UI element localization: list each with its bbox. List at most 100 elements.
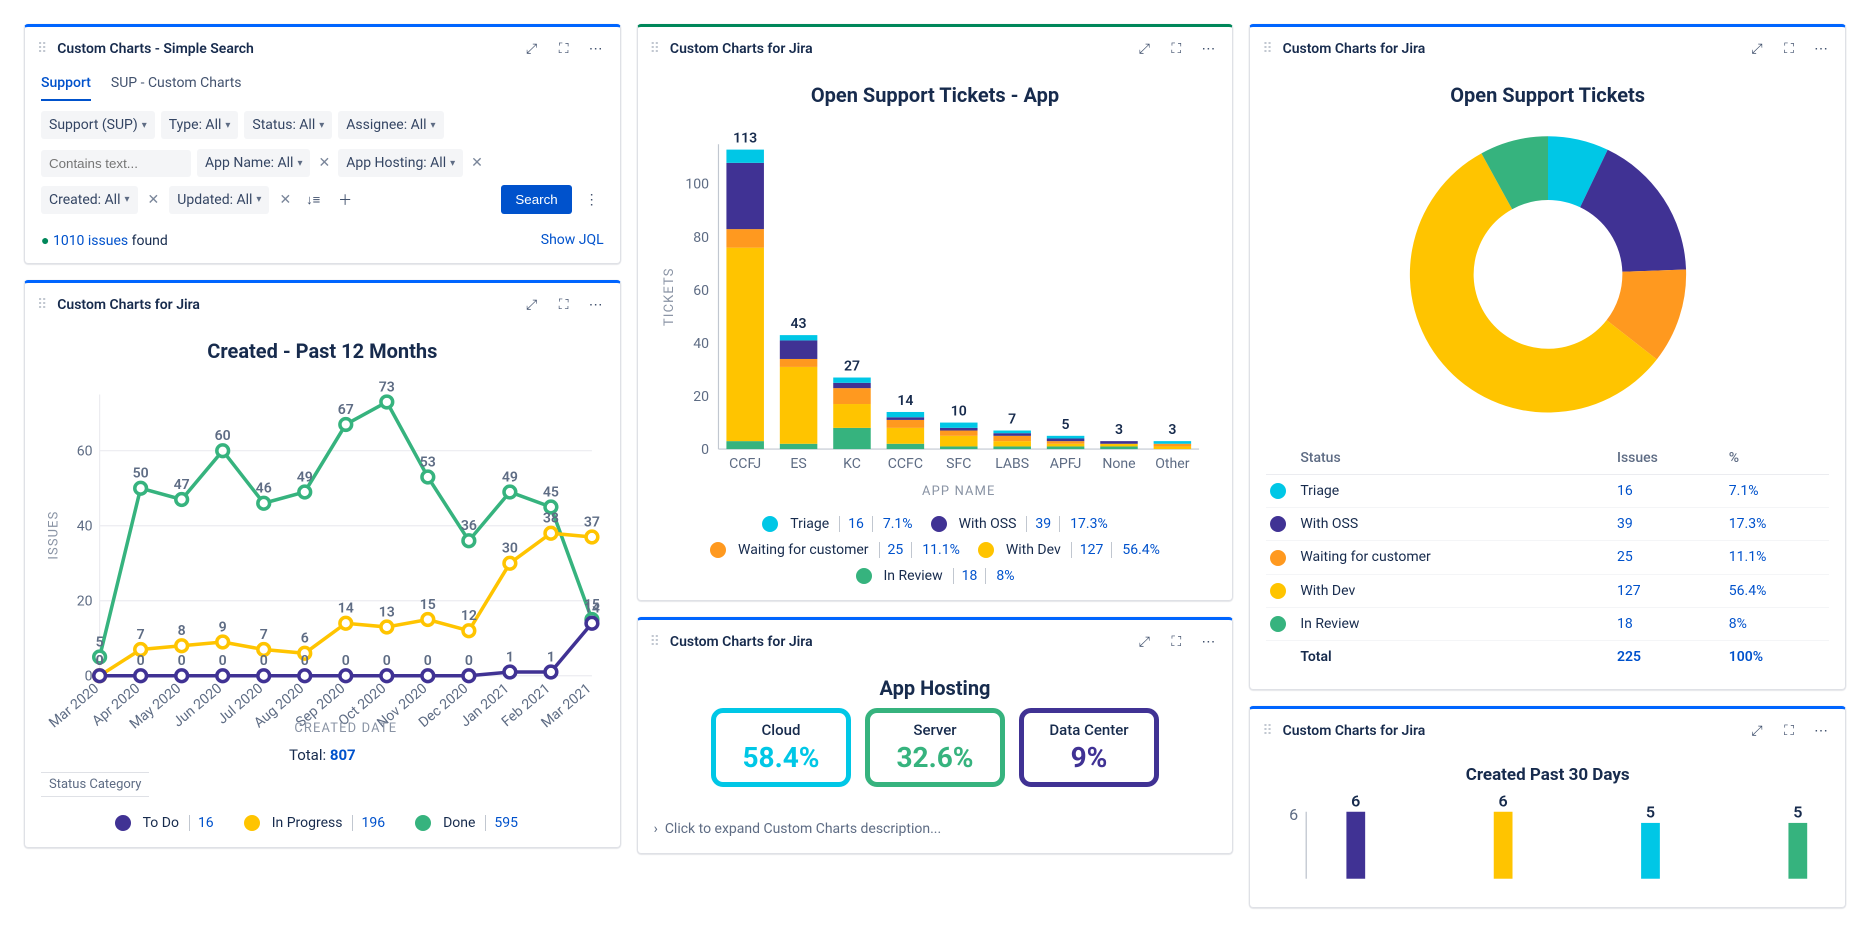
svg-text:12: 12: [461, 608, 477, 624]
svg-text:36: 36: [461, 518, 477, 534]
tile[interactable]: Data Center9%: [1019, 708, 1159, 787]
chart-title: App Hosting: [654, 676, 1217, 700]
legend-item[interactable]: To Do16: [115, 815, 226, 831]
legend-item[interactable]: With Dev12756.4%: [978, 542, 1160, 558]
fullscreen-icon[interactable]: ⛶: [1164, 630, 1188, 654]
legend-item[interactable]: In Progress196: [244, 815, 397, 831]
svg-text:ISSUES: ISSUES: [46, 511, 61, 560]
filter-status[interactable]: Status: All▾: [244, 111, 332, 139]
fullscreen-icon[interactable]: ⛶: [552, 37, 576, 61]
svg-text:0: 0: [383, 653, 391, 669]
minimize-icon[interactable]: ⤢: [1132, 37, 1156, 61]
minimize-icon[interactable]: ⤢: [520, 293, 544, 317]
drag-handle-icon[interactable]: ⠿: [650, 634, 662, 650]
svg-text:6: 6: [1289, 805, 1298, 824]
minimize-icon[interactable]: ⤢: [520, 37, 544, 61]
svg-text:TICKETS: TICKETS: [661, 267, 676, 326]
minimize-icon[interactable]: ⤢: [1745, 719, 1769, 743]
filter-assignee[interactable]: Assignee: All▾: [338, 111, 443, 139]
total-row: Total: 807: [41, 746, 604, 764]
clear-app-hosting-icon[interactable]: ✕: [469, 155, 485, 171]
drag-handle-icon[interactable]: ⠿: [1262, 41, 1274, 57]
svg-text:ES: ES: [790, 456, 806, 472]
svg-text:0: 0: [301, 653, 309, 669]
legend-item[interactable]: Done595: [415, 815, 530, 831]
minimize-icon[interactable]: ⤢: [1132, 630, 1156, 654]
legend-item[interactable]: Waiting for customer2511.1%: [710, 542, 960, 558]
svg-text:5: 5: [96, 634, 104, 650]
show-jql-link[interactable]: Show JQL: [541, 232, 604, 249]
tile[interactable]: Server32.6%: [865, 708, 1005, 787]
drag-handle-icon[interactable]: ⠿: [650, 41, 662, 57]
gadget-line-chart: ⠿ Custom Charts for Jira ⤢ ⛶ ⋯ Created -…: [24, 280, 621, 848]
svg-text:7: 7: [260, 627, 268, 643]
filter-updated[interactable]: Updated: All▾: [169, 186, 269, 214]
more-icon[interactable]: ⋯: [1196, 630, 1220, 654]
table-row[interactable]: In Review188%: [1266, 607, 1829, 640]
tile[interactable]: Cloud58.4%: [711, 708, 851, 787]
drag-handle-icon[interactable]: ⠿: [1262, 723, 1274, 739]
svg-text:1: 1: [506, 649, 514, 665]
fullscreen-icon[interactable]: ⛶: [552, 293, 576, 317]
table-row[interactable]: With Dev12756.4%: [1266, 574, 1829, 607]
drag-handle-icon[interactable]: ⠿: [37, 41, 49, 57]
svg-text:6: 6: [1499, 793, 1508, 810]
svg-text:0: 0: [96, 653, 104, 669]
svg-text:5: 5: [1646, 803, 1655, 822]
svg-text:15: 15: [420, 597, 436, 613]
gadget-donut: ⠿ Custom Charts for Jira ⤢ ⛶ ⋯ Open Supp…: [1249, 24, 1846, 690]
tab-sup-custom[interactable]: SUP - Custom Charts: [111, 67, 242, 101]
svg-text:APFJ: APFJ: [1049, 456, 1081, 472]
tab-support[interactable]: Support: [41, 67, 91, 101]
kebab-icon[interactable]: ⋮: [580, 188, 604, 212]
expand-description[interactable]: › Click to expand Custom Charts descript…: [638, 815, 1233, 853]
filter-project[interactable]: Support (SUP)▾: [41, 111, 155, 139]
svg-text:10: 10: [950, 404, 966, 420]
svg-text:47: 47: [174, 477, 190, 493]
filter-app-hosting[interactable]: App Hosting: All▾: [338, 149, 463, 177]
filter-created[interactable]: Created: All▾: [41, 186, 138, 214]
legend-item[interactable]: With OSS3917.3%: [931, 516, 1108, 532]
svg-text:KC: KC: [843, 456, 861, 472]
more-icon[interactable]: ⋯: [584, 293, 608, 317]
gadget-title: Custom Charts for Jira: [1283, 723, 1737, 739]
clear-updated-icon[interactable]: ✕: [277, 192, 293, 208]
legend-item[interactable]: In Review188%: [856, 568, 1015, 584]
svg-text:49: 49: [297, 469, 313, 485]
sort-icon[interactable]: ↓≡: [301, 188, 325, 212]
table-row[interactable]: Triage167.1%: [1266, 474, 1829, 507]
chart-title: Open Support Tickets - App: [654, 83, 1217, 107]
table-row[interactable]: Waiting for customer2511.1%: [1266, 541, 1829, 574]
search-button[interactable]: Search: [501, 185, 571, 214]
more-icon[interactable]: ⋯: [1196, 37, 1220, 61]
check-icon: ●: [41, 233, 49, 249]
svg-text:49: 49: [502, 469, 518, 485]
svg-text:0: 0: [701, 442, 709, 458]
minimize-icon[interactable]: ⤢: [1745, 37, 1769, 61]
more-icon[interactable]: ⋯: [1809, 37, 1833, 61]
svg-text:80: 80: [693, 230, 709, 246]
more-icon[interactable]: ⋯: [584, 37, 608, 61]
filter-text-input[interactable]: [41, 150, 191, 177]
legend-item[interactable]: Triage167.1%: [762, 516, 912, 532]
svg-text:1: 1: [547, 649, 555, 665]
drag-handle-icon[interactable]: ⠿: [37, 297, 49, 313]
add-filter-icon[interactable]: ＋: [333, 188, 357, 212]
table-row[interactable]: With OSS3917.3%: [1266, 508, 1829, 541]
svg-text:50: 50: [133, 466, 149, 482]
fullscreen-icon[interactable]: ⛶: [1164, 37, 1188, 61]
svg-text:0: 0: [465, 653, 473, 669]
svg-text:CCFJ: CCFJ: [729, 456, 761, 472]
clear-app-name-icon[interactable]: ✕: [316, 155, 332, 171]
svg-text:LABS: LABS: [995, 456, 1029, 472]
filter-app-name[interactable]: App Name: All▾: [197, 149, 310, 177]
svg-text:20: 20: [693, 389, 709, 405]
filter-type[interactable]: Type: All▾: [161, 111, 239, 139]
svg-text:113: 113: [733, 131, 757, 147]
gadget-title: Custom Charts for Jira: [57, 297, 511, 313]
clear-created-icon[interactable]: ✕: [146, 192, 162, 208]
fullscreen-icon[interactable]: ⛶: [1777, 37, 1801, 61]
svg-text:60: 60: [215, 428, 231, 444]
fullscreen-icon[interactable]: ⛶: [1777, 719, 1801, 743]
more-icon[interactable]: ⋯: [1809, 719, 1833, 743]
